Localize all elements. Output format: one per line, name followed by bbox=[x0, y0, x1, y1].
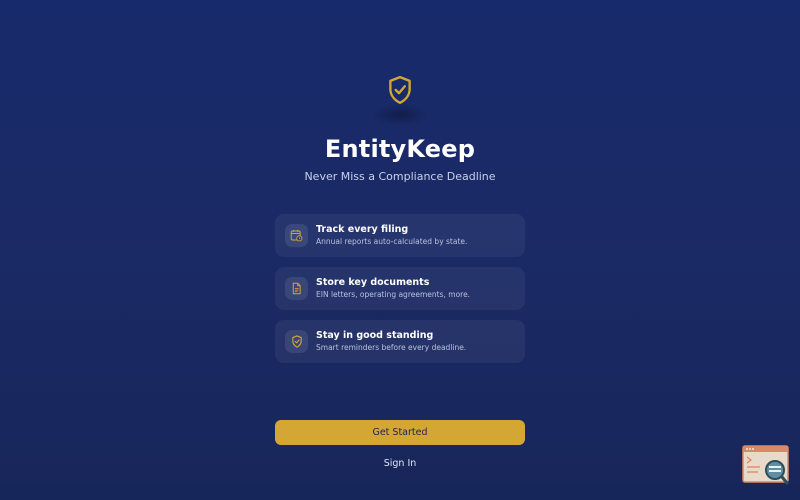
terminal-search-icon bbox=[742, 445, 789, 485]
feature-title: Store key documents bbox=[316, 277, 430, 288]
feature-icon-badge bbox=[285, 224, 308, 247]
feature-description: Smart reminders before every deadline. bbox=[316, 343, 467, 352]
feature-icon-badge bbox=[285, 277, 308, 300]
app-logo bbox=[380, 70, 420, 110]
feature-title: Stay in good standing bbox=[316, 330, 434, 341]
feature-card-documents: Store key documents EIN letters, operati… bbox=[275, 267, 525, 310]
feature-description: EIN letters, operating agreements, more. bbox=[316, 290, 471, 299]
shield-check-icon bbox=[291, 335, 302, 348]
feature-icon-badge bbox=[285, 330, 308, 353]
app-tagline: Never Miss a Compliance Deadline bbox=[304, 170, 496, 183]
feature-card-standing: Stay in good standing Smart reminders be… bbox=[275, 320, 525, 363]
feature-title: Track every filing bbox=[316, 224, 409, 235]
document-icon bbox=[292, 282, 301, 295]
feature-card-filing: Track every filing Annual reports auto-c… bbox=[275, 214, 525, 257]
feature-description: Annual reports auto-calculated by state. bbox=[316, 237, 468, 246]
calendar-clock-icon bbox=[290, 229, 303, 242]
get-started-button[interactable]: Get Started bbox=[275, 420, 525, 445]
feature-list: Track every filing Annual reports auto-c… bbox=[275, 214, 525, 373]
app-title: EntityKeep bbox=[324, 135, 476, 163]
sign-in-link[interactable]: Sign In bbox=[0, 458, 800, 469]
shield-check-icon bbox=[389, 75, 411, 105]
terminal-search-widget[interactable] bbox=[742, 445, 790, 485]
